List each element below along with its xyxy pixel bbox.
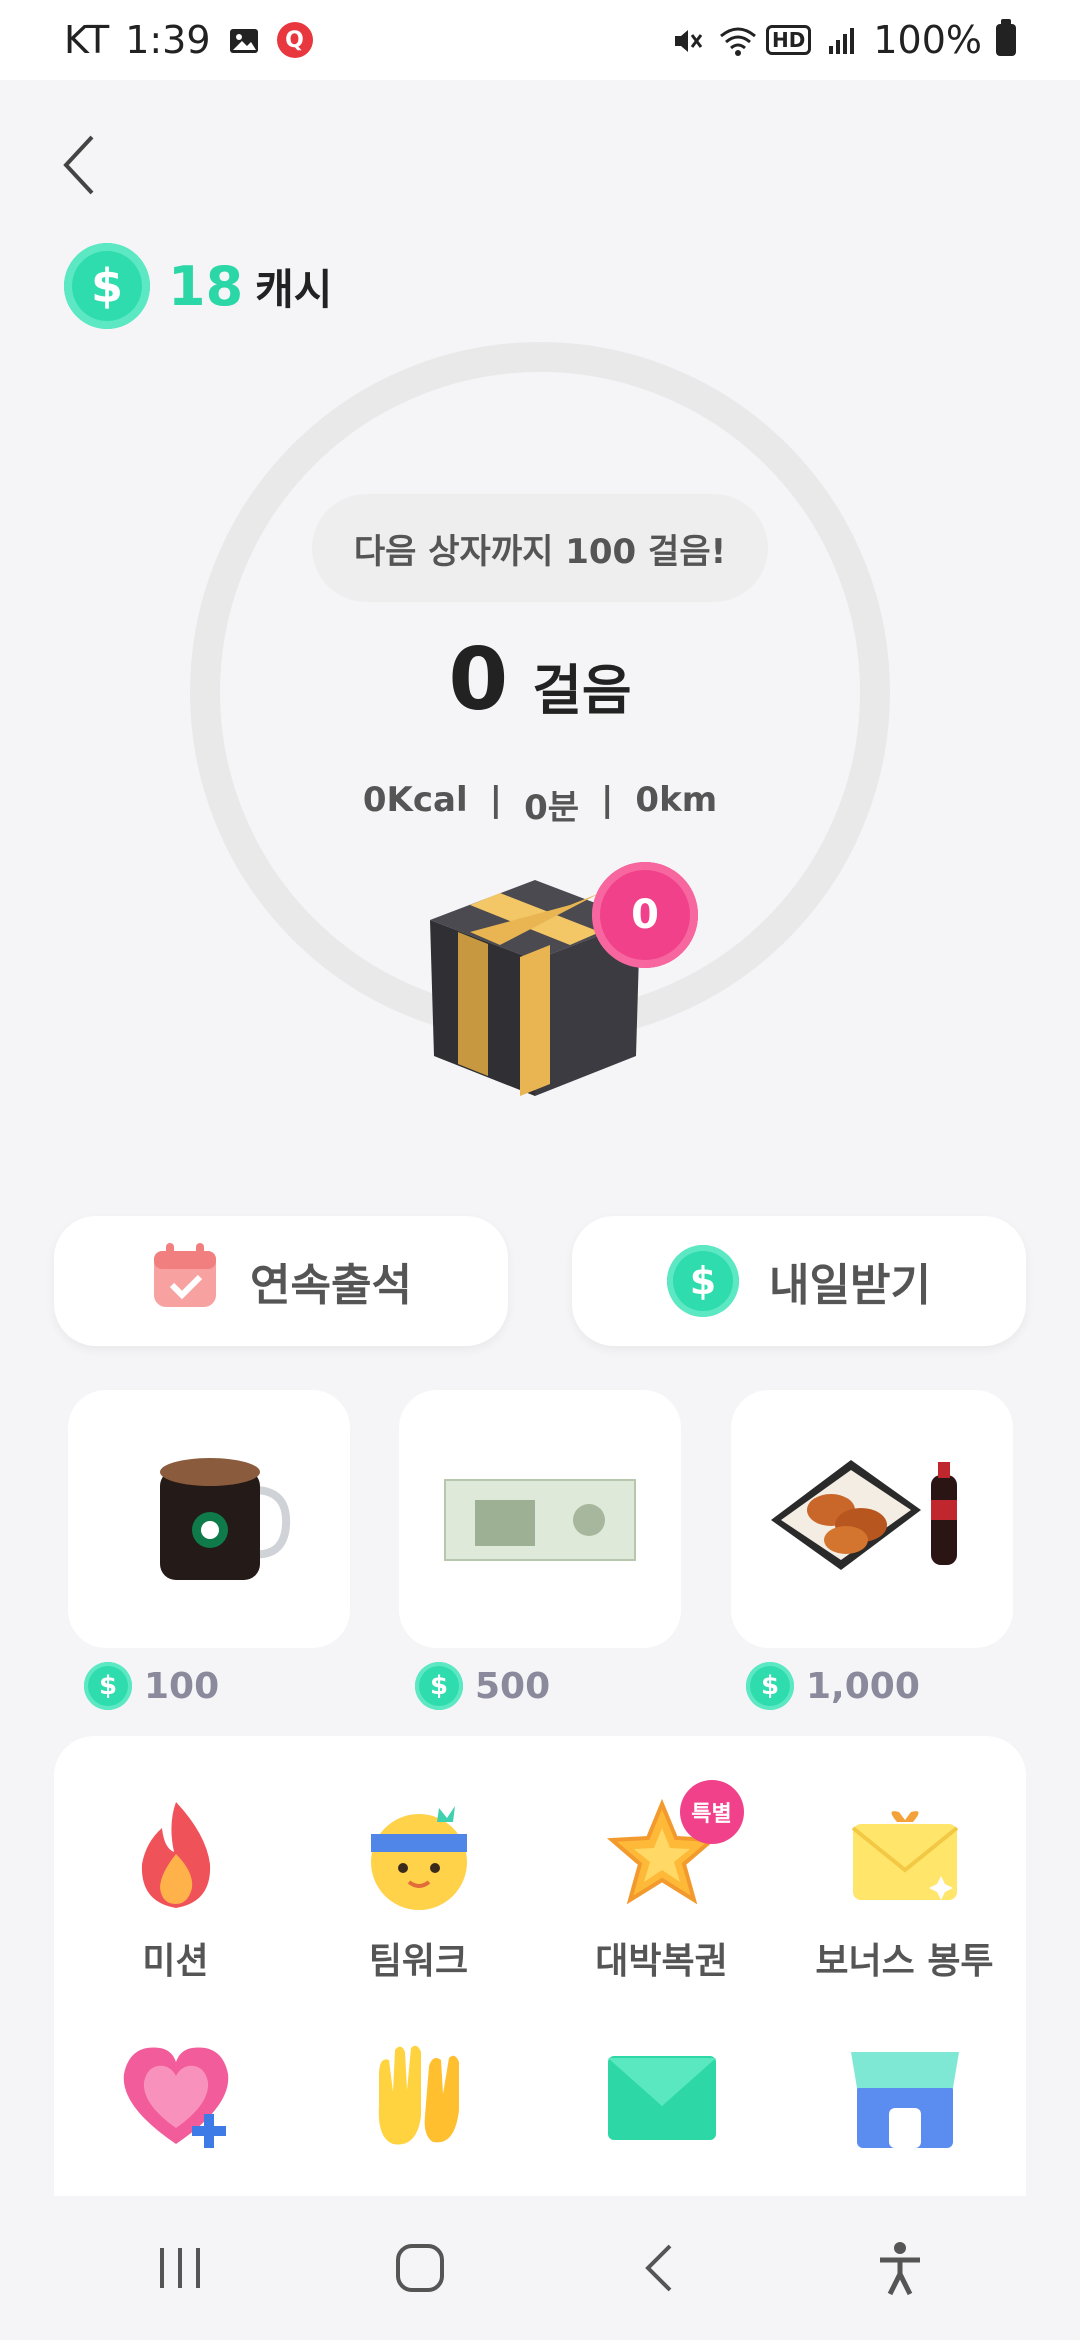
reward-price: $ 500: [415, 1662, 550, 1710]
gold-envelope-icon: [845, 1794, 965, 1914]
stats-separator: |: [601, 780, 614, 820]
reward-price-value: 100: [144, 1665, 220, 1707]
menu-item-bonus-envelope[interactable]: 보너스 봉투: [783, 1794, 1026, 1984]
battery-percent: 100%: [873, 18, 982, 62]
cash-balance: $ 18 캐시: [64, 243, 332, 329]
recent-apps-button[interactable]: [130, 2218, 230, 2318]
step-count: 0 걸음: [0, 630, 1080, 730]
home-button[interactable]: [370, 2218, 470, 2318]
reward-card-voucher[interactable]: [399, 1390, 681, 1648]
receive-tomorrow-label: 내일받기: [769, 1260, 931, 1311]
status-bar: KT 1:39 Q HD 100%: [0, 0, 1080, 80]
fire-icon: [116, 1794, 236, 1914]
nav-back-icon: [645, 2244, 672, 2292]
gift-voucher-icon: [444, 1479, 636, 1561]
menu-item-teamwork[interactable]: 팀워크: [297, 1794, 540, 1984]
system-nav-bar: [0, 2196, 1080, 2340]
cash-amount: 18: [168, 254, 244, 318]
hd-icon: HD: [766, 25, 812, 55]
menu-item-6[interactable]: [297, 2036, 540, 2174]
menu-label: 미션: [142, 1941, 209, 1982]
carrier-label: KT: [64, 18, 110, 62]
menu-item-5[interactable]: [54, 2036, 297, 2174]
accessibility-button[interactable]: [850, 2218, 950, 2318]
menu-label: 보너스 봉투: [815, 1941, 994, 1982]
coin-icon: $: [64, 243, 150, 329]
chicken-and-cola-icon: [771, 1460, 957, 1570]
cash-unit: 캐시: [255, 264, 333, 314]
q-app-icon: Q: [276, 22, 313, 58]
attendance-button[interactable]: 연속출석: [54, 1216, 508, 1346]
menu-label: 대박복권: [595, 1941, 728, 1982]
back-button[interactable]: [50, 130, 110, 200]
wifi-icon: [718, 23, 756, 57]
menu-item-8[interactable]: [783, 2036, 1026, 2174]
star-icon: 특별: [602, 1780, 744, 1914]
status-right: HD 100%: [670, 18, 1016, 62]
menu-item-mission[interactable]: 미션: [54, 1794, 297, 1984]
status-left: KT 1:39 Q: [64, 18, 313, 62]
reward-card-chicken[interactable]: [731, 1390, 1013, 1648]
nav-back-button[interactable]: [610, 2218, 710, 2318]
special-badge: 특별: [679, 1780, 744, 1844]
minutes-value: 0분: [524, 788, 579, 828]
box-count-badge: 0: [592, 862, 698, 968]
attendance-label: 연속출석: [250, 1260, 412, 1311]
reward-price: $ 100: [84, 1662, 219, 1710]
coin-icon: $: [667, 1245, 740, 1317]
green-envelope-icon: [602, 2036, 722, 2156]
mute-icon: [670, 23, 704, 57]
coin-icon: $: [746, 1662, 794, 1710]
signal-icon: [825, 23, 859, 57]
gallery-icon: [227, 23, 261, 57]
clock: 1:39: [125, 18, 211, 62]
menu-item-lottery[interactable]: 특별 대박복권: [540, 1780, 783, 1984]
activity-stats: 0Kcal | 0분 | 0km: [0, 780, 1080, 829]
calendar-icon: [150, 1241, 220, 1322]
stats-separator: |: [489, 780, 503, 820]
reward-card-coffee[interactable]: [68, 1390, 350, 1648]
menu-label: 팀워크: [368, 1941, 469, 1982]
kcal-value: 0Kcal: [362, 780, 468, 820]
distance-value: 0km: [635, 780, 718, 820]
coin-icon: $: [84, 1662, 132, 1710]
menu-panel: 미션 팀워크 특별 대박복권 보너스 봉투: [54, 1736, 1026, 2196]
receive-tomorrow-button[interactable]: $ 내일받기: [572, 1216, 1026, 1346]
accessibility-icon: [880, 2242, 920, 2296]
reward-price-value: 1,000: [806, 1665, 920, 1707]
smiley-headband-icon: [359, 1794, 479, 1914]
menu-item-7[interactable]: [540, 2036, 783, 2174]
chevron-left-icon: [63, 135, 94, 195]
steps-number: 0: [448, 630, 509, 730]
steps-unit: 걸음: [532, 659, 632, 722]
reward-price: $ 1,000: [746, 1662, 920, 1710]
clapping-hands-icon: [359, 2036, 479, 2156]
heart-plus-icon: [116, 2036, 236, 2156]
next-box-message: 다음 상자까지 100 걸음!: [312, 494, 768, 602]
store-icon: [845, 2036, 965, 2156]
recent-apps-icon: [160, 2248, 200, 2288]
coffee-mug-icon: [160, 1458, 291, 1580]
home-icon: [396, 2244, 444, 2292]
coin-icon: $: [415, 1662, 463, 1710]
reward-price-value: 500: [475, 1665, 551, 1707]
battery-icon: [996, 19, 1016, 56]
